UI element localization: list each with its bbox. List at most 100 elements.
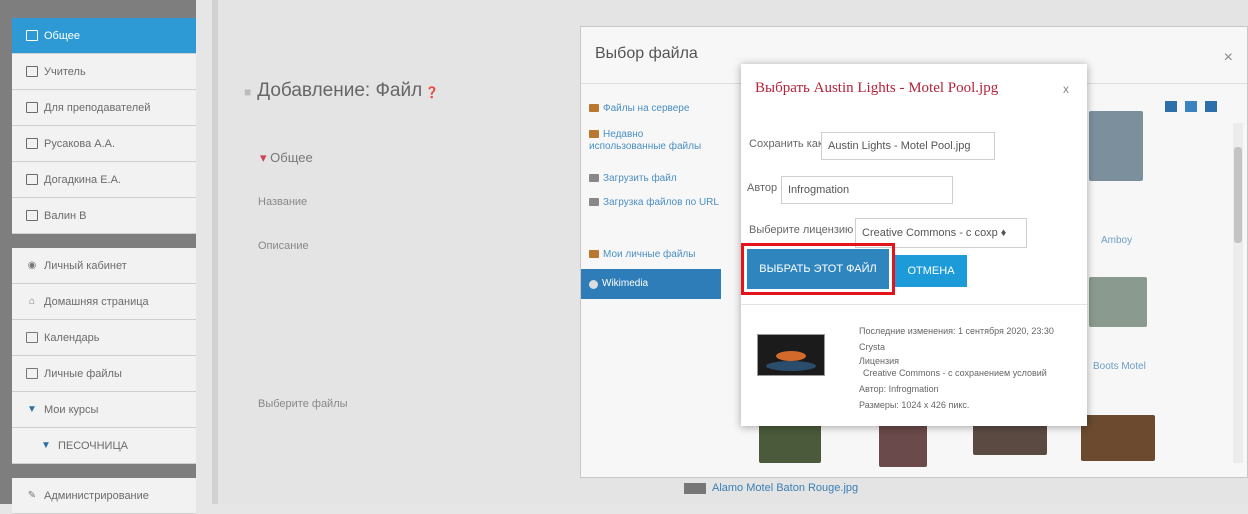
sidebar-item-label: Догадкина Е.А. — [44, 173, 121, 186]
sidebar-item-home[interactable]: ⌂ Домашняя страница — [12, 284, 196, 320]
sidebar-item-label: Календарь — [44, 331, 100, 344]
repo-label: Файлы на сервере — [603, 103, 690, 114]
close-icon[interactable]: × — [1224, 49, 1233, 67]
repo-upload-file[interactable]: Загрузить файл — [581, 173, 721, 185]
repo-label: Недавно использованные файлы — [589, 129, 702, 152]
sidebar-item-sandbox[interactable]: ▼ ПЕСОЧНИЦА — [12, 428, 196, 464]
sidebar-item-label: Администрирование — [44, 489, 149, 502]
repo-recent-files[interactable]: Недавно использованные файлы — [581, 129, 721, 153]
graduation-cap-icon: ▼ — [41, 440, 51, 451]
repository-icon — [589, 104, 599, 113]
folder-icon — [26, 210, 38, 221]
sidebar-item-label: Русакова А.А. — [44, 137, 116, 150]
graduation-cap-icon: ▼ — [27, 404, 37, 415]
sidebar-item-dashboard[interactable]: ◉ Личный кабинет — [12, 248, 196, 284]
sidebar-item-label: Для преподавателей — [44, 101, 151, 114]
page-title-text: Добавление: Файл — [257, 80, 423, 101]
select-files-label: Выберите файлы — [258, 398, 348, 410]
sidebar-item-label: Личные файлы — [44, 367, 122, 380]
sidebar-item-label: Личный кабинет — [44, 259, 127, 272]
meta-source: Crysta — [859, 342, 886, 352]
sidebar-item-my-courses[interactable]: ▼ Мои курсы — [12, 392, 196, 428]
divider — [741, 304, 1087, 305]
save-as-label: Сохранить как — [749, 138, 823, 150]
sidebar-item-private-files[interactable]: Личные файлы — [12, 356, 196, 392]
repo-label: Wikimedia — [602, 278, 649, 289]
meta-license: Creative Commons - с сохранением условий — [863, 368, 1047, 378]
author-input[interactable]: Infrogmation — [781, 176, 953, 204]
sidebar-item-label: Мои курсы — [44, 403, 99, 416]
scrollbar-thumb[interactable] — [1234, 147, 1242, 243]
meta-author: Автор: Infrogmation — [859, 384, 939, 394]
cancel-button[interactable]: ОТМЕНА — [895, 255, 967, 287]
image-preview — [757, 334, 825, 376]
dialog-title: Выбрать Austin Lights - Motel Pool.jpg — [755, 80, 999, 96]
page-title: ■ Добавление: Файл ❓ — [244, 80, 439, 102]
sidebar: Общее Учитель Для преподавателей Русаков… — [0, 0, 196, 514]
calendar-icon — [26, 332, 38, 343]
repo-url-download[interactable]: Загрузка файлов по URL — [581, 197, 721, 209]
sidebar-item-teacher[interactable]: Учитель — [12, 54, 196, 90]
page-divider — [212, 0, 218, 504]
sidebar-item-administration[interactable]: ✎ Администрирование — [12, 478, 196, 514]
sidebar-item-calendar[interactable]: Календарь — [12, 320, 196, 356]
help-icon[interactable]: ❓ — [422, 87, 439, 99]
file-icon: ■ — [244, 85, 252, 99]
file-entry-name: Alamo Motel Baton Rouge.jpg — [712, 482, 859, 494]
url-download-icon — [589, 198, 599, 207]
tree-view-icon[interactable] — [1205, 101, 1217, 112]
sidebar-item-dogadkina[interactable]: Догадкина Е.А. — [12, 162, 196, 198]
scrollbar[interactable] — [1233, 123, 1243, 463]
section-general-label: Общее — [270, 150, 313, 165]
wrench-icon: ✎ — [27, 490, 37, 501]
repo-label: Загрузка файлов по URL — [603, 197, 719, 208]
preview-light — [776, 351, 806, 361]
repo-private-files[interactable]: Мои личные файлы — [581, 249, 721, 261]
file-icon — [26, 368, 38, 379]
file-entry[interactable]: Alamo Motel Baton Rouge.jpg — [684, 482, 858, 494]
sidebar-item-valin[interactable]: Валин В — [12, 198, 196, 234]
sidebar-item-label: Учитель — [44, 65, 86, 78]
save-as-input[interactable]: Austin Lights - Motel Pool.jpg — [821, 132, 995, 160]
folder-icon — [26, 174, 38, 185]
description-label: Описание — [258, 240, 309, 252]
folder-icon — [26, 102, 38, 113]
folder-icon — [26, 66, 38, 77]
repo-label: Загрузить файл — [603, 173, 677, 184]
thumbnail-label[interactable]: Boots Motel — [1093, 361, 1146, 372]
meta-size: Размеры: 1024 x 426 пикс. — [859, 400, 970, 410]
repo-label: Мои личные файлы — [603, 249, 696, 260]
select-file-button[interactable]: ВЫБРАТЬ ЭТОТ ФАЙЛ — [747, 249, 889, 289]
repo-wikimedia[interactable]: Wikimedia — [581, 269, 721, 299]
list-view-icon[interactable] — [1185, 101, 1197, 112]
select-file-dialog: Выбрать Austin Lights - Motel Pool.jpg x… — [741, 64, 1087, 426]
sidebar-item-label: Валин В — [44, 209, 87, 222]
repository-icon — [589, 250, 599, 259]
icon-view-icon[interactable] — [1165, 101, 1177, 112]
sidebar-item-for-teachers[interactable]: Для преподавателей — [12, 90, 196, 126]
meta-license-label: Лицензия — [859, 356, 899, 366]
meta-modified: Последние изменения: 1 сентября 2020, 23… — [859, 326, 1054, 336]
folder-icon — [26, 30, 38, 41]
repo-server-files[interactable]: Файлы на сервере — [581, 103, 721, 115]
repository-icon — [589, 130, 599, 139]
image-thumbnail[interactable] — [1089, 111, 1143, 181]
license-label: Выберите лицензию — [749, 224, 854, 236]
sidebar-item-general[interactable]: Общее — [12, 18, 196, 54]
preview-pool — [766, 361, 816, 371]
sidebar-item-rusakova[interactable]: Русакова А.А. — [12, 126, 196, 162]
image-thumbnail-icon — [684, 482, 706, 494]
dashboard-icon: ◉ — [27, 260, 37, 271]
wikimedia-icon — [589, 279, 598, 289]
file-picker-title: Выбор файла — [595, 45, 698, 62]
upload-icon — [589, 174, 599, 183]
image-thumbnail[interactable] — [1089, 277, 1147, 327]
name-label: Название — [258, 196, 308, 208]
thumbnail-label[interactable]: Amboy — [1101, 235, 1132, 246]
folder-icon — [26, 138, 38, 149]
sidebar-item-label: ПЕСОЧНИЦА — [58, 439, 128, 452]
image-thumbnail[interactable] — [1081, 415, 1155, 461]
sidebar-item-label: Домашняя страница — [44, 295, 149, 308]
close-icon[interactable]: x — [1063, 82, 1069, 96]
section-general[interactable]: ▾ Общее — [260, 150, 313, 166]
